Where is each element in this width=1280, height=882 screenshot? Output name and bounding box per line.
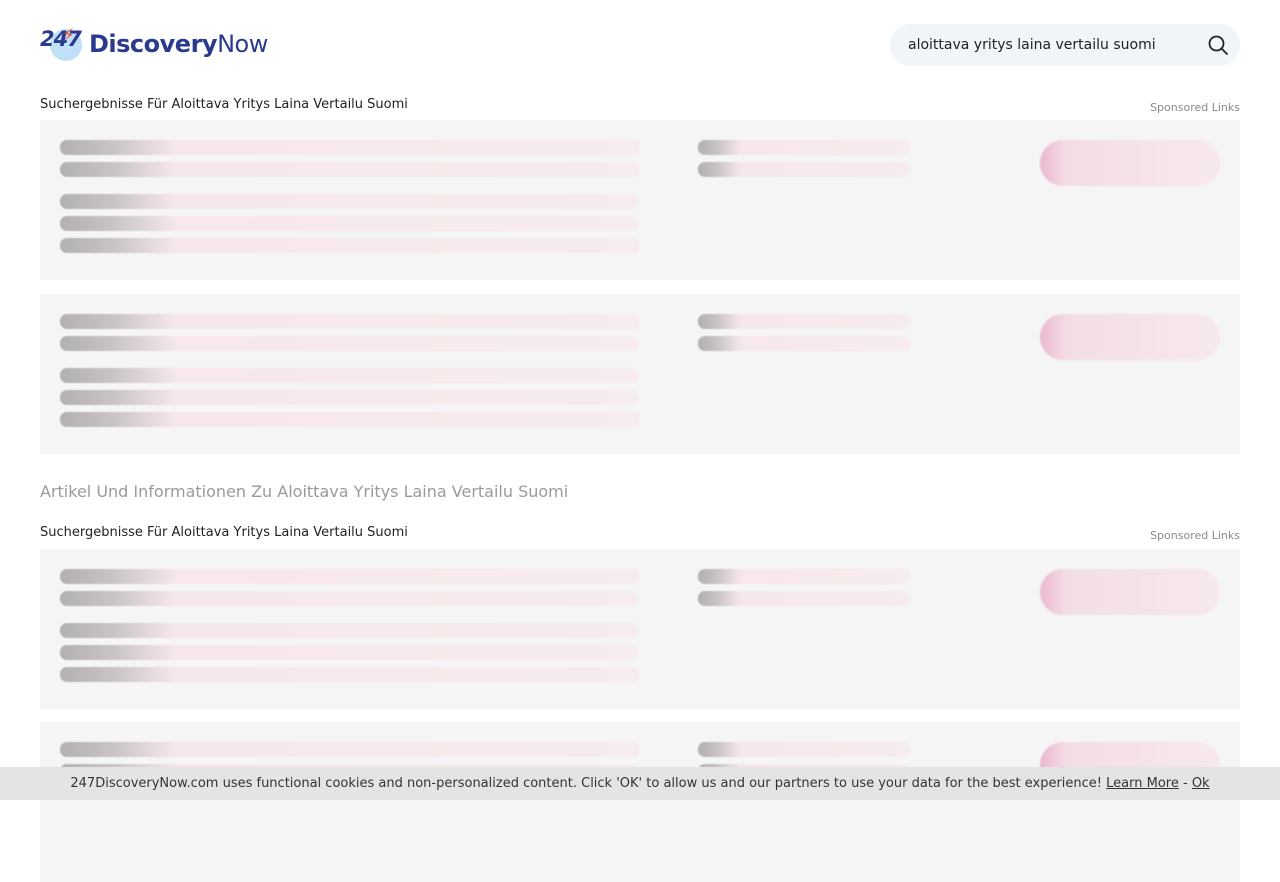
placeholder-bar [60,216,638,231]
ok-link[interactable]: Ok [1192,776,1210,791]
article-heading: Artikel Und Informationen Zu Aloittava Y… [40,482,569,501]
placeholder-bar [698,140,910,155]
placeholder-bar [60,140,640,155]
logo-mark: 247 ⚡ [40,25,86,63]
cookie-banner: 247DiscoveryNow.com uses functional cook… [0,767,1280,800]
section-header-1: Suchergebnisse Für Aloittava Yritys Lain… [40,97,1240,117]
placeholder-bar [60,742,640,757]
section-title: Suchergebnisse Für Aloittava Yritys Lain… [40,525,408,540]
placeholder-bar [698,591,910,606]
placeholder-button[interactable] [1040,140,1220,186]
bolt-icon: ⚡ [62,25,75,46]
header: 247 ⚡ DiscoveryNow [40,24,1240,66]
ad-card-3[interactable] [40,549,1240,709]
section-header-2: Suchergebnisse Für Aloittava Yritys Lain… [40,525,1240,545]
placeholder-bar [60,336,638,351]
placeholder-bar [60,591,638,606]
logo[interactable]: 247 ⚡ DiscoveryNow [40,25,268,63]
placeholder-button[interactable] [1040,314,1220,360]
cookie-separator: - [1182,776,1188,791]
placeholder-bar [60,238,640,253]
cookie-text: 247DiscoveryNow.com uses functional cook… [70,776,1102,791]
ad-card-1[interactable] [40,120,1240,280]
placeholder-bar [60,194,638,209]
placeholder-bar [60,569,640,584]
placeholder-bar [60,390,638,405]
ad-card-4[interactable] [40,722,1240,882]
search-input[interactable] [908,24,1198,66]
placeholder-bar [698,336,910,351]
search-box [890,24,1240,66]
placeholder-bar [60,368,638,383]
learn-more-link[interactable]: Learn More [1106,776,1179,791]
placeholder-bar [698,742,910,757]
placeholder-bar [60,314,640,329]
section-title: Suchergebnisse Für Aloittava Yritys Lain… [40,97,408,112]
logo-number: 247 [40,27,82,51]
placeholder-bar [60,645,638,660]
placeholder-bar [60,623,638,638]
logo-text: DiscoveryNow [89,30,268,58]
logo-word-regular: Now [217,30,268,58]
sponsored-label: Sponsored Links [1150,101,1240,114]
search-icon[interactable] [1206,33,1230,57]
ad-card-2[interactable] [40,294,1240,454]
placeholder-bar [60,667,640,682]
placeholder-bar [60,412,640,427]
placeholder-bar [698,569,910,584]
placeholder-bar [698,314,910,329]
placeholder-bar [60,162,640,177]
placeholder-button[interactable] [1040,569,1220,615]
logo-word-bold: Discovery [89,30,218,58]
sponsored-label: Sponsored Links [1150,529,1240,542]
placeholder-bar [698,162,910,177]
